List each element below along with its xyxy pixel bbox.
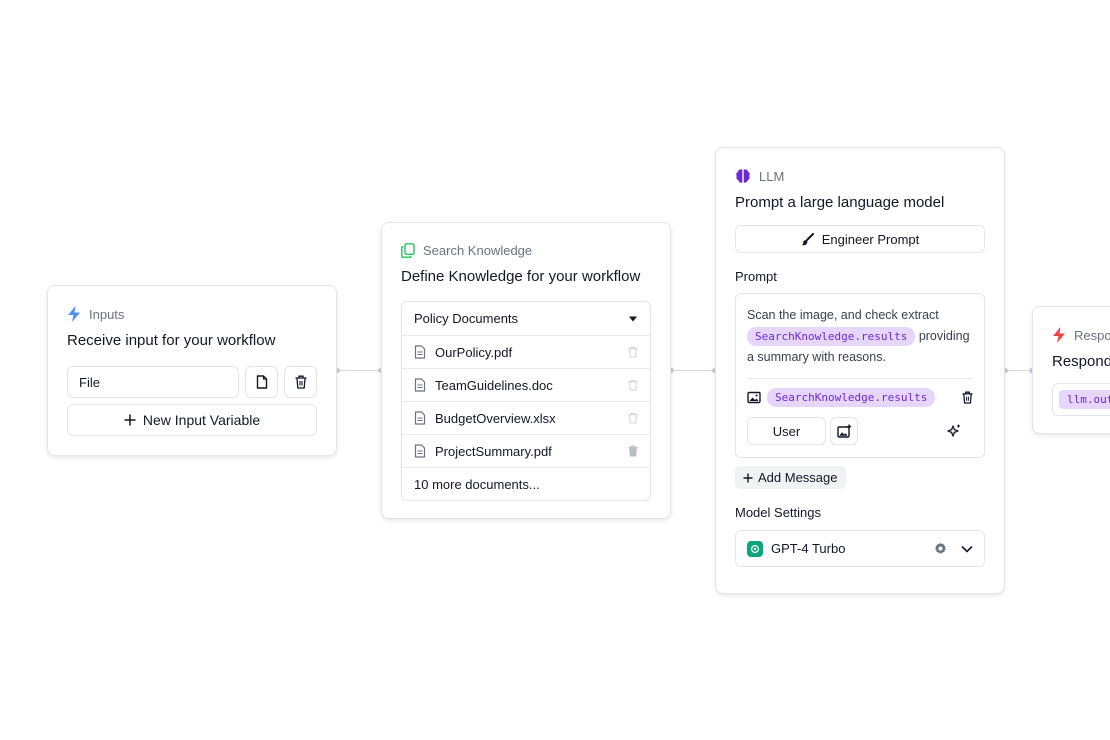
document-icon	[414, 345, 426, 359]
output-variable-field[interactable]: llm.out	[1052, 383, 1110, 416]
connector-inputs-search	[335, 368, 383, 373]
plus-icon	[124, 414, 136, 426]
trash-icon[interactable]	[628, 346, 638, 358]
document-icon	[414, 378, 426, 392]
document-row[interactable]: BudgetOverview.xlsx	[402, 401, 650, 434]
input-variable-row: File	[67, 366, 317, 398]
node-label: Inputs	[89, 306, 125, 322]
trash-icon	[295, 375, 307, 389]
connector-search-llm	[669, 368, 717, 373]
node-label: Respo	[1074, 327, 1110, 343]
node-title: Receive input for your workflow	[67, 332, 276, 349]
delete-input-button[interactable]	[284, 366, 317, 398]
new-input-variable-label: New Input Variable	[142, 412, 261, 428]
input-type-value: File	[79, 374, 100, 390]
plus-icon	[743, 473, 753, 483]
node-header: Respo	[1052, 327, 1110, 343]
inputs-node[interactable]: Inputs Receive input for your workflow F…	[47, 285, 337, 456]
trash-icon[interactable]	[628, 412, 638, 424]
brush-icon	[801, 232, 814, 246]
prompt-text-before: Scan the image, and check extract	[747, 308, 939, 322]
engineer-prompt-button[interactable]: Engineer Prompt	[735, 225, 985, 253]
add-image-button[interactable]	[830, 417, 858, 445]
dropdown-value: Policy Documents	[414, 311, 519, 326]
node-label: Search Knowledge	[423, 243, 533, 258]
image-icon	[747, 391, 761, 404]
lightning-icon	[67, 306, 81, 322]
llm-node[interactable]: LLM Prompt a large language model Engine…	[715, 147, 1005, 594]
prompt-text[interactable]: Scan the image, and check extract Search…	[747, 305, 973, 368]
role-value: User	[772, 423, 801, 439]
add-message-label: Add Message	[758, 470, 838, 485]
node-title: Define Knowledge for your workflow	[401, 268, 641, 285]
sparkle-icon[interactable]	[947, 424, 961, 438]
image-input-row: SearchKnowledge.results	[747, 388, 973, 407]
document-name: ProjectSummary.pdf	[435, 443, 552, 459]
engineer-prompt-label: Engineer Prompt	[821, 231, 920, 247]
document-name: BudgetOverview.xlsx	[435, 410, 556, 426]
connector-llm-response	[1003, 368, 1034, 373]
trash-icon[interactable]	[628, 379, 638, 391]
output-variable-chip[interactable]: llm.out	[1059, 390, 1110, 409]
document-icon	[414, 411, 426, 425]
document-row[interactable]: ProjectSummary.pdf	[402, 434, 650, 467]
prompt-label: Prompt	[735, 269, 777, 284]
caret-down-icon	[628, 315, 638, 323]
lightning-icon	[1052, 327, 1066, 343]
input-type-field[interactable]: File	[67, 366, 239, 398]
add-message-button[interactable]: Add Message	[735, 466, 846, 489]
model-settings-label: Model Settings	[735, 505, 821, 520]
document-row[interactable]: OurPolicy.pdf	[402, 335, 650, 368]
file-type-button[interactable]	[245, 366, 278, 398]
more-documents-link[interactable]: 10 more documents...	[402, 467, 650, 500]
document-name: TeamGuidelines.doc	[435, 377, 553, 393]
node-header: Inputs	[67, 306, 317, 322]
node-header: Search Knowledge	[401, 243, 651, 258]
brain-icon	[735, 168, 751, 184]
documents-list: Policy Documents OurPolicy.pdf TeamGuide	[401, 301, 651, 501]
workflow-canvas[interactable]: Inputs Receive input for your workflow F…	[0, 0, 1110, 740]
message-role-row: User	[747, 417, 973, 445]
image-variable-chip[interactable]: SearchKnowledge.results	[767, 388, 936, 407]
document-row[interactable]: TeamGuidelines.doc	[402, 368, 650, 401]
document-icon	[414, 444, 426, 458]
copy-documents-icon	[401, 243, 415, 258]
image-plus-icon	[836, 424, 852, 438]
openai-icon	[747, 540, 763, 557]
node-title: Respond	[1052, 353, 1110, 370]
more-documents-label: 10 more documents...	[414, 476, 540, 492]
node-title: Prompt a large language model	[735, 194, 945, 211]
node-label: LLM	[759, 168, 785, 184]
document-name: OurPolicy.pdf	[435, 344, 513, 360]
gear-icon[interactable]	[934, 542, 947, 555]
prompt-editor[interactable]: Scan the image, and check extract Search…	[735, 293, 985, 458]
file-icon	[256, 375, 268, 389]
chevron-down-icon[interactable]	[961, 545, 973, 553]
model-value: GPT-4 Turbo	[771, 541, 846, 556]
prompt-divider	[747, 378, 973, 379]
new-input-variable-button[interactable]: New Input Variable	[67, 404, 317, 436]
search-knowledge-node[interactable]: Search Knowledge Define Knowledge for yo…	[381, 222, 671, 519]
trash-icon[interactable]	[962, 391, 973, 404]
model-select[interactable]: GPT-4 Turbo	[735, 530, 985, 567]
node-header: LLM	[735, 168, 985, 184]
role-select[interactable]: User	[747, 417, 826, 445]
knowledge-source-dropdown[interactable]: Policy Documents	[402, 302, 650, 335]
response-node[interactable]: Respo Respond llm.out	[1032, 306, 1110, 434]
trash-icon[interactable]	[628, 445, 638, 457]
variable-chip[interactable]: SearchKnowledge.results	[747, 327, 916, 346]
